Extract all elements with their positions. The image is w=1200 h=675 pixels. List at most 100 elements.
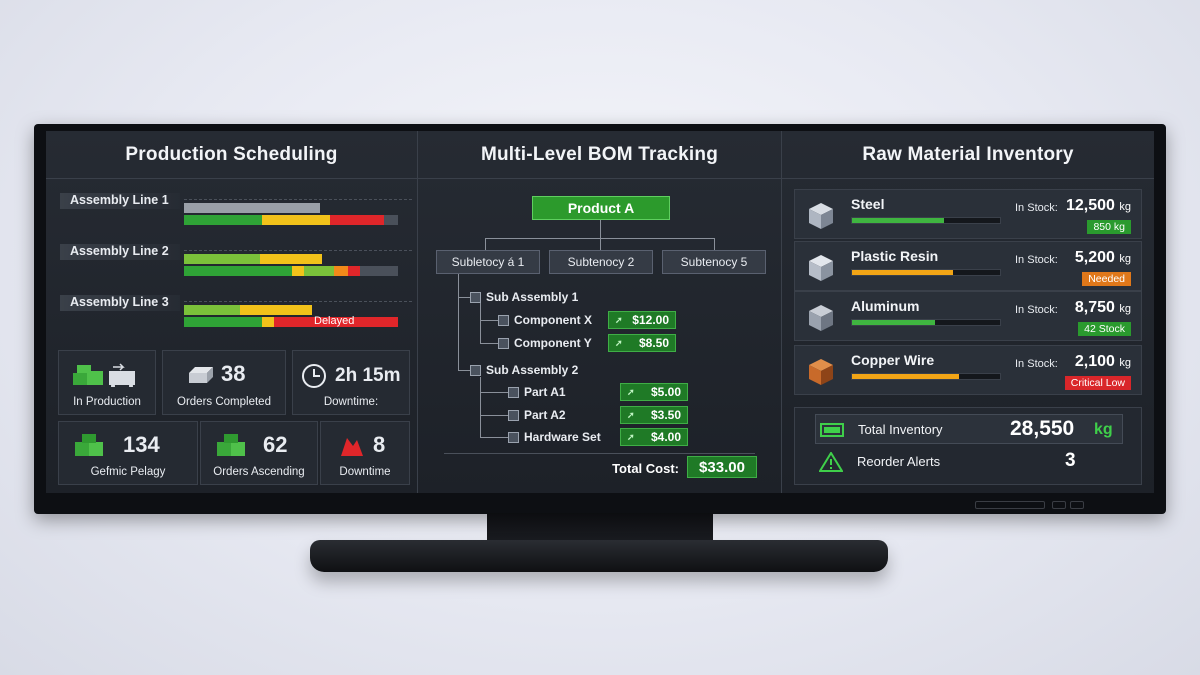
kpi-value: 2h 15m	[335, 365, 401, 386]
kpi-label: Gefmic Pelagy	[90, 466, 166, 478]
bezel-port	[1052, 501, 1066, 509]
aluminum-crate-icon	[809, 305, 833, 331]
cube-icon	[508, 409, 519, 421]
kpi-tile[interactable]: 8 Downtime	[320, 421, 410, 485]
cube-icon	[498, 314, 509, 326]
bom-node[interactable]: Sub Assembly 1	[470, 288, 578, 306]
bezel-port	[975, 501, 1045, 509]
kpi-tile[interactable]: 134 Gefmic Pelagy	[58, 421, 198, 485]
kpi-label: Orders Ascending	[213, 466, 305, 478]
assembly-line-row[interactable]: Assembly Line 2	[60, 244, 412, 290]
price-value: $3.50	[650, 408, 681, 422]
assembly-line-label: Assembly Line 1	[60, 193, 180, 209]
total-inventory-unit: kg	[1094, 421, 1113, 438]
assembly-line-label: Assembly Line 3	[60, 295, 180, 311]
material-row[interactable]: Copper Wire In Stock: 2,100 kg Critical Low	[794, 345, 1142, 395]
kpi-value: 38	[221, 361, 246, 386]
cube-icon	[470, 291, 481, 303]
kpi-tile-in-production[interactable]: In Production	[58, 350, 156, 415]
bom-node-label: Sub Assembly 1	[486, 290, 579, 304]
stock-amount: 12,500 kg	[1066, 197, 1131, 215]
bom-tracking-panel: Multi-Level BOM Tracking Product A Suble…	[418, 131, 782, 493]
tree-connector	[600, 238, 601, 250]
stock-amount: 2,100 kg	[1075, 353, 1131, 371]
tree-connector	[714, 238, 715, 250]
assembly-line-label: Assembly Line 2	[60, 244, 180, 260]
tree-connector	[480, 392, 508, 393]
subassembly-node[interactable]: Subtenocy 5	[662, 250, 766, 274]
schedule-bar	[184, 203, 320, 213]
timeline-ruler	[184, 250, 412, 251]
bom-node[interactable]: Part A2	[508, 406, 566, 424]
tree-connector	[458, 274, 459, 370]
material-name: Aluminum	[851, 298, 920, 314]
price-tag: ➚ $3.50	[620, 406, 688, 424]
bom-node[interactable]: Component X	[498, 311, 592, 329]
stock-level-fill	[852, 218, 944, 223]
total-inventory-row[interactable]: Total Inventory 28,550 kg	[815, 414, 1123, 444]
assembly-line-row[interactable]: Assembly Line 3 Delayed	[60, 295, 412, 341]
arrow-icon: ➚	[627, 409, 635, 420]
subassembly-node[interactable]: Subletocy á 1	[436, 250, 540, 274]
timeline-ruler	[184, 301, 412, 302]
total-inventory-label: Total Inventory	[858, 422, 943, 437]
in-stock-label: In Stock:	[1015, 358, 1058, 370]
bom-node[interactable]: Component Y	[498, 334, 592, 352]
price-value: $4.00	[650, 430, 681, 444]
total-divider	[444, 453, 755, 454]
bom-node[interactable]: Hardware Set	[508, 428, 601, 446]
delayed-status: Delayed	[314, 315, 355, 327]
tree-connector	[480, 437, 508, 438]
steel-crate-icon	[809, 203, 833, 229]
total-cost-value: $33.00	[687, 456, 757, 478]
material-row[interactable]: Steel In Stock: 12,500 kg 850 kg	[794, 189, 1142, 239]
stock-value: 5,200	[1074, 249, 1115, 266]
stock-status-badge: Critical Low	[1064, 376, 1131, 390]
in-stock-label: In Stock:	[1015, 254, 1058, 266]
boxes-icon	[75, 434, 103, 456]
total-cost-label: Total Cost:	[612, 461, 679, 476]
cube-icon	[508, 431, 519, 443]
stock-amount: 5,200 kg	[1075, 249, 1131, 267]
cube-icon	[470, 364, 481, 376]
kpi-label: Downtime:	[323, 396, 379, 408]
bom-node[interactable]: Part A1	[508, 383, 566, 401]
stock-amount: 8,750 kg	[1075, 299, 1131, 317]
price-tag: ➚ $4.00	[620, 428, 688, 446]
stock-level-bar	[851, 269, 1001, 276]
kpi-label: Orders Completed	[177, 396, 271, 408]
kpi-tile-downtime[interactable]: 2h 15m Downtime:	[292, 350, 410, 415]
material-row[interactable]: Aluminum In Stock: 8,750 kg 42 Stock	[794, 291, 1142, 341]
material-row[interactable]: Plastic Resin In Stock: 5,200 kg Needed	[794, 241, 1142, 291]
bom-node-label: Hardware Set	[524, 430, 601, 444]
schedule-bar	[184, 254, 322, 264]
monitor-stand-base	[310, 540, 888, 572]
reorder-alerts-label: Reorder Alerts	[857, 454, 941, 469]
price-tag: ➚ $12.00	[608, 311, 676, 329]
tree-connector	[485, 238, 486, 250]
stock-status-badge: 42 Stock	[1078, 322, 1131, 336]
kpi-tile-orders-completed[interactable]: 38 Orders Completed	[162, 350, 286, 415]
stock-value: 2,100	[1074, 353, 1115, 370]
stock-unit: kg	[1119, 253, 1131, 265]
tree-connector	[480, 377, 481, 437]
copper-crate-icon	[809, 359, 833, 385]
warning-icon	[819, 452, 843, 472]
subassembly-node[interactable]: Subtenocy 2	[549, 250, 653, 274]
assembly-line-row[interactable]: Assembly Line 1	[60, 193, 412, 239]
total-inventory-value: 28,550	[1010, 417, 1075, 440]
tree-connector	[600, 220, 601, 238]
bom-node[interactable]: Sub Assembly 2	[470, 361, 578, 379]
tree-connector	[480, 320, 498, 321]
boxes-icon	[217, 434, 245, 456]
schedule-bar: Delayed	[184, 315, 398, 327]
bom-node-label: Part A1	[524, 385, 566, 399]
kpi-tile[interactable]: 62 Orders Ascending	[200, 421, 318, 485]
panel-title: Raw Material Inventory	[782, 131, 1154, 179]
timeline-ruler	[184, 199, 412, 200]
kpi-value: 8	[373, 432, 386, 457]
clock-icon	[302, 364, 326, 388]
product-node[interactable]: Product A	[532, 196, 670, 220]
schedule-bar	[184, 305, 312, 315]
stock-status-badge: Needed	[1082, 272, 1131, 286]
